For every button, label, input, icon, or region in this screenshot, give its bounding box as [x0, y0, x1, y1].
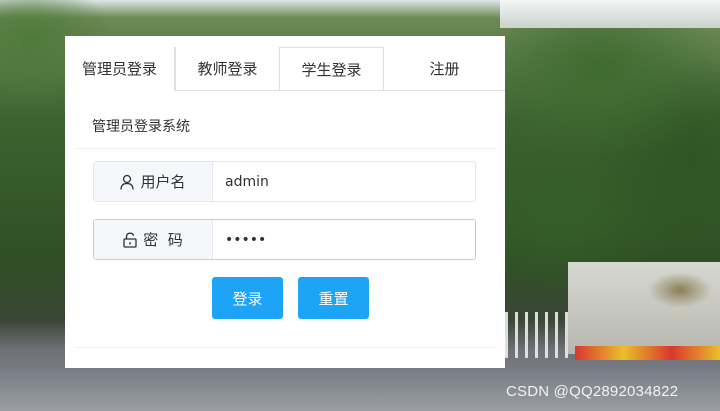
watermark: CSDN @QQ2892034822: [506, 383, 679, 400]
login-card: 管理员登录 教师登录 学生登录 注册 管理员登录系统 用户名 admin 密 码…: [65, 36, 505, 368]
tab-teacher-login[interactable]: 教师登录: [175, 47, 280, 91]
user-icon: [120, 174, 135, 190]
password-label: 密 码: [94, 220, 213, 259]
username-label-text: 用户名: [140, 173, 186, 191]
password-field: 密 码: [93, 219, 476, 260]
reset-button[interactable]: 重置: [298, 277, 369, 319]
username-label: 用户名: [94, 162, 213, 201]
password-label-text: 密 码: [143, 231, 183, 249]
card-bottom-divider: [75, 347, 497, 348]
divider: [75, 148, 497, 149]
username-input[interactable]: [213, 162, 475, 201]
username-field: 用户名: [93, 161, 476, 202]
background-sky: [500, 0, 720, 28]
login-tabs: 管理员登录 教师登录 学生登录 注册: [65, 47, 505, 92]
tab-register[interactable]: 注册: [384, 47, 505, 91]
tab-student-login[interactable]: 学生登录: [280, 47, 384, 91]
background-flowers: [575, 346, 720, 360]
password-input[interactable]: [213, 220, 475, 259]
panel-title: 管理员登录系统: [92, 119, 190, 135]
background-fence: [505, 312, 575, 358]
tab-admin-login[interactable]: 管理员登录: [65, 47, 175, 91]
background-gate-inscription: [648, 272, 712, 308]
login-button[interactable]: 登录: [212, 277, 283, 319]
unlock-icon: [123, 232, 137, 248]
